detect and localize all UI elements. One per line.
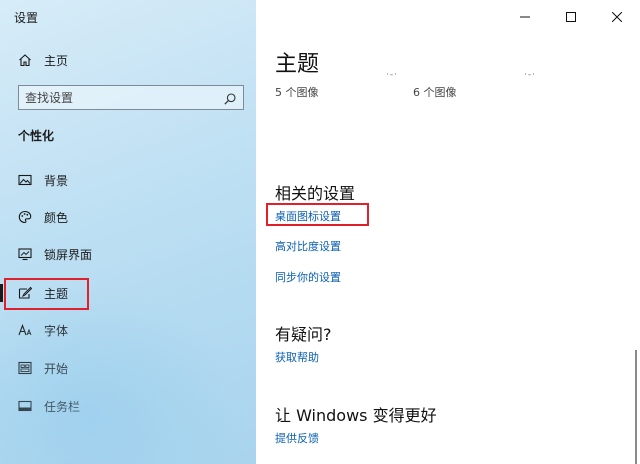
sidebar-item-background[interactable]: 背景 xyxy=(0,163,256,197)
sidebar-item-themes[interactable]: 主题 xyxy=(0,276,256,310)
sidebar-item-colors[interactable]: 颜色 xyxy=(0,200,256,234)
scrollbar[interactable] xyxy=(635,350,637,464)
start-icon xyxy=(18,361,32,375)
high-contrast-settings-link[interactable]: 高对比度设置 xyxy=(275,238,341,254)
taskbar-icon xyxy=(18,399,32,413)
sidebar-item-start[interactable]: 开始 xyxy=(0,351,256,385)
maximize-icon xyxy=(566,7,576,26)
search-box[interactable] xyxy=(18,85,244,110)
sidebar-item-label: 任务栏 xyxy=(44,399,81,414)
close-button[interactable] xyxy=(594,0,640,32)
minimize-icon xyxy=(520,7,530,26)
theme-image-count[interactable]: 6 个图像 xyxy=(413,84,457,100)
sidebar-section-heading: 个性化 xyxy=(18,129,55,143)
font-icon xyxy=(18,323,32,337)
picture-icon xyxy=(18,173,32,187)
page-title: 主题 xyxy=(275,52,320,77)
sidebar-item-home[interactable]: 主页 xyxy=(0,43,256,77)
sidebar-item-label: 背景 xyxy=(44,173,69,188)
feedback-heading: 让 Windows 变得更好 xyxy=(275,406,437,425)
sidebar-item-label: 锁屏界面 xyxy=(44,247,93,262)
sidebar-item-label: 颜色 xyxy=(44,210,69,225)
maximize-button[interactable] xyxy=(548,0,594,32)
close-icon xyxy=(611,7,623,26)
theme-thumbnail-edge: ·‐· xyxy=(386,70,398,80)
related-settings-heading: 相关的设置 xyxy=(275,184,356,203)
window-title: 设置 xyxy=(14,11,39,25)
sidebar-item-label: 开始 xyxy=(44,361,69,376)
give-feedback-link[interactable]: 提供反馈 xyxy=(275,430,319,446)
settings-sidebar: 设置 主页 个性化 背景 颜色 锁屏界面 主题 xyxy=(0,0,256,464)
home-icon xyxy=(18,53,32,67)
sidebar-item-label: 主页 xyxy=(44,53,69,68)
minimize-button[interactable] xyxy=(502,0,548,32)
search-icon[interactable] xyxy=(223,91,237,105)
theme-brush-icon xyxy=(18,286,32,300)
palette-icon xyxy=(18,210,32,224)
desktop-icon-settings-link[interactable]: 桌面图标设置 xyxy=(275,208,341,224)
sidebar-item-fonts[interactable]: 字体 xyxy=(0,313,256,347)
sidebar-item-taskbar[interactable]: 任务栏 xyxy=(0,389,256,423)
theme-thumbnail-edge: ·‐· xyxy=(524,70,536,80)
sidebar-item-label: 字体 xyxy=(44,323,69,338)
window-controls xyxy=(502,0,640,32)
get-help-link[interactable]: 获取帮助 xyxy=(275,349,319,365)
lock-screen-icon xyxy=(18,247,32,261)
selected-indicator xyxy=(0,284,3,302)
main-pane: 主题 ·‐· ·‐· 5 个图像 6 个图像 相关的设置 桌面图标设置 高对比度… xyxy=(256,0,640,464)
questions-heading: 有疑问? xyxy=(275,325,332,344)
sidebar-item-lock-screen[interactable]: 锁屏界面 xyxy=(0,237,256,271)
sync-settings-link[interactable]: 同步你的设置 xyxy=(275,269,341,285)
theme-image-count[interactable]: 5 个图像 xyxy=(275,84,319,100)
search-input[interactable] xyxy=(25,90,223,105)
sidebar-item-label: 主题 xyxy=(44,286,69,301)
